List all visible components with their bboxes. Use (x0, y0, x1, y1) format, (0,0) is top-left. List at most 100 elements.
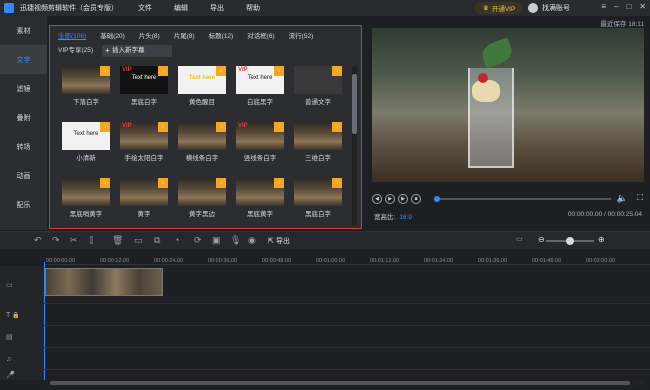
download-icon[interactable]: ↓ (332, 178, 342, 188)
download-icon[interactable]: ↓ (100, 66, 110, 76)
template-caption: 黑底白字 (131, 99, 157, 106)
download-icon[interactable]: ↓ (158, 66, 168, 76)
tab-all[interactable]: 全部(106) (58, 32, 86, 42)
app-title: 迅捷视频剪辑软件（会员专版） (20, 5, 118, 12)
playback-progress[interactable] (434, 196, 611, 202)
zoom-out-icon[interactable]: ⊖ (538, 235, 545, 244)
text-template-item[interactable]: ↓ 黄字黑边 (178, 178, 226, 218)
sidebar-item-animation[interactable]: 动画 (0, 161, 47, 190)
crop-icon[interactable]: ▭ (134, 235, 143, 246)
last-saved: 最近保存 18:11 (600, 21, 644, 28)
text-template-item[interactable]: ↓ 三维白字 (294, 122, 342, 162)
copy-icon[interactable]: ⧉ (154, 235, 160, 246)
sidebar-item-filters[interactable]: 滤镜 (0, 74, 47, 103)
text-template-item[interactable]: ↓ 普通文字 (294, 66, 342, 106)
download-icon[interactable]: ↓ (100, 122, 110, 132)
text-template-item[interactable]: ↓ 下落白字 (62, 66, 110, 106)
progress-knob[interactable] (434, 196, 440, 202)
text-template-item[interactable]: ↓ 黑底白字 (294, 178, 342, 218)
aspect-ratio[interactable]: 宽高比: 16:9 (374, 211, 412, 221)
menu-file[interactable]: 文件 (138, 3, 152, 13)
voice-track: 🎤 (0, 370, 650, 380)
volume-icon[interactable]: 🔈 (617, 193, 628, 204)
text-template-item[interactable]: ↓ 黑底哨黄字 (62, 178, 110, 218)
delete-icon[interactable]: 🗑 (112, 235, 123, 246)
download-icon[interactable]: ↓ (100, 178, 110, 188)
sidebar-item-music[interactable]: 配乐 (0, 190, 47, 219)
text-template-item[interactable]: Text here VIP ↓ 黑底白字 (120, 66, 168, 106)
undo-icon[interactable]: ↶ (34, 235, 42, 246)
zoom-knob[interactable] (566, 237, 574, 245)
sidebar-item-overlay[interactable]: 叠附 (0, 103, 47, 132)
tab-basic[interactable]: 基础(20) (100, 32, 125, 42)
sidebar-item-transitions[interactable]: 转场 (0, 132, 47, 161)
split-icon[interactable]: ⫿ (90, 235, 93, 246)
text-template-item[interactable]: Text here VIP ↓ 白底黑字 (236, 66, 284, 106)
download-icon[interactable]: ↓ (216, 178, 226, 188)
fit-icon[interactable]: ▭ (516, 235, 523, 243)
menu-help[interactable]: 帮助 (246, 3, 260, 13)
minimize-icon[interactable]: – (614, 2, 618, 11)
timeline-scroll-thumb[interactable] (50, 381, 630, 385)
download-icon[interactable]: ↓ (274, 122, 284, 132)
video-clip[interactable] (45, 268, 163, 296)
download-icon[interactable]: ↓ (332, 122, 342, 132)
tab-title[interactable]: 标题(12) (209, 32, 234, 42)
zoom-in-icon[interactable]: ⊕ (598, 235, 605, 244)
tab-vip[interactable]: VIP专享(25) (58, 46, 93, 56)
vip-crown-icon: ♛ (483, 5, 489, 12)
play-icon[interactable]: ▶ (385, 194, 395, 204)
vip-button[interactable]: ♛ 开通VIP (475, 2, 524, 14)
text-template-item[interactable]: VIP ↓ 竖线条白字 (236, 122, 284, 162)
maximize-icon[interactable]: □ (626, 2, 631, 11)
next-frame-icon[interactable]: ▶ (398, 194, 408, 204)
speed-icon[interactable]: ◔ (174, 235, 179, 245)
download-icon[interactable]: ↓ (274, 66, 284, 76)
redo-icon[interactable]: ↷ (52, 235, 60, 246)
download-icon[interactable]: ↓ (158, 122, 168, 132)
timeline-ruler[interactable]: 00:00:00.00 00:00:12.00 00:00:24.00 00:00:3… (44, 251, 650, 265)
export-button[interactable]: ⇱ 导出 (268, 236, 290, 246)
timeline-scrollbar[interactable] (44, 380, 644, 386)
tab-dialog[interactable]: 对话框(6) (247, 32, 274, 42)
sidebar-item-text[interactable]: 文字 (0, 45, 47, 74)
account-name: 找满账号 (542, 5, 570, 12)
template-caption: 白底黑字 (247, 99, 273, 106)
download-icon[interactable]: ↓ (216, 122, 226, 132)
rotate-icon[interactable]: ⟳ (194, 235, 202, 246)
playback-controls: ◀ ▶ ▶ ■ 🔈 ⛶ (372, 192, 644, 206)
download-icon[interactable]: ↓ (332, 66, 342, 76)
text-template-item[interactable]: ↓ 黄字 (120, 178, 168, 218)
text-template-item[interactable]: Text here ↓ 小清新 (62, 122, 110, 162)
template-thumbnail: Text here VIP ↓ (120, 66, 168, 94)
menu-edit[interactable]: 编辑 (174, 3, 188, 13)
close-icon[interactable]: ✕ (639, 2, 646, 11)
cut-icon[interactable]: ✂ (70, 235, 78, 246)
menu-export[interactable]: 导出 (210, 3, 224, 13)
fullscreen-icon[interactable]: ⛶ (637, 193, 643, 203)
ruler-tick-label: 00:00:12.00 (100, 258, 130, 264)
freeze-icon[interactable]: ▣ (212, 235, 221, 246)
download-icon[interactable]: ↓ (158, 178, 168, 188)
tab-popular[interactable]: 流行(52) (289, 32, 314, 42)
text-template-item[interactable]: ↓ 横线条白字 (178, 122, 226, 162)
text-template-item[interactable]: ↓ 黑底黄字 (236, 178, 284, 218)
text-template-item[interactable]: Text here ↓ 黄色醒目 (178, 66, 226, 106)
text-template-item[interactable]: VIP ↓ 手绘太阳白字 (120, 122, 168, 162)
tab-intro[interactable]: 片头(8) (139, 32, 160, 42)
menu-icon[interactable]: ≡ (601, 2, 606, 11)
panel-scrollbar[interactable] (352, 66, 357, 226)
tab-outro[interactable]: 片尾(8) (174, 32, 195, 42)
sidebar-item-materials[interactable]: 素材 (0, 16, 47, 45)
text-track-lock-icon[interactable]: 🔒 (12, 312, 19, 319)
mic-icon[interactable]: 🎙 (230, 235, 241, 246)
download-icon[interactable]: ↓ (216, 66, 226, 76)
insert-subtitle-button[interactable]: 插入新字幕 (102, 45, 172, 57)
record-icon[interactable]: ◉ (248, 235, 256, 246)
stop-icon[interactable]: ■ (411, 194, 421, 204)
prev-frame-icon[interactable]: ◀ (372, 194, 382, 204)
account-menu[interactable]: 找满账号 (528, 3, 570, 13)
download-icon[interactable]: ↓ (274, 178, 284, 188)
zoom-slider[interactable]: ⊖ ⊕ (538, 235, 605, 245)
scrollbar-thumb[interactable] (352, 74, 357, 134)
